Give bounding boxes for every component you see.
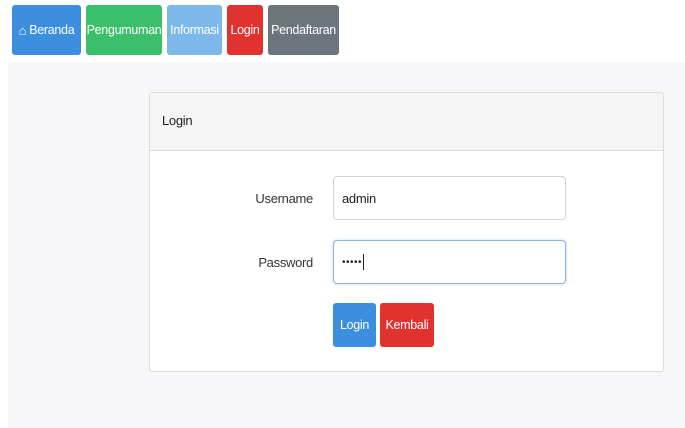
nav-login-button[interactable]: Login <box>227 5 263 55</box>
nav-beranda-label: Beranda <box>29 23 75 37</box>
kembali-label: Kembali <box>385 318 429 332</box>
login-submit-button[interactable]: Login <box>333 303 376 347</box>
username-input[interactable]: admin <box>333 176 566 220</box>
nav-pengumuman-label: Pengumuman <box>86 23 162 37</box>
password-value: ••••• <box>342 256 363 268</box>
nav-informasi-button[interactable]: Informasi <box>167 5 222 55</box>
username-label: Username <box>255 191 313 206</box>
nav-pendaftaran-button[interactable]: Pendaftaran <box>268 5 339 55</box>
text-cursor <box>363 254 365 270</box>
password-input[interactable]: ••••• <box>333 240 566 284</box>
login-card-header: Login <box>150 93 663 151</box>
nav-beranda-button[interactable]: ⌂ Beranda <box>12 5 81 55</box>
nav-pengumuman-button[interactable]: Pengumuman <box>86 5 162 55</box>
password-label: Password <box>258 255 313 270</box>
kembali-button[interactable]: Kembali <box>380 303 434 347</box>
login-submit-label: Login <box>339 318 370 332</box>
login-card-title: Login <box>162 113 193 128</box>
nav-login-label: Login <box>230 23 260 37</box>
nav-informasi-label: Informasi <box>170 23 219 37</box>
top-navigation: ⌂ Beranda Pengumuman Informasi Login Pen… <box>0 0 685 62</box>
home-icon: ⌂ <box>18 22 27 38</box>
nav-pendaftaran-label: Pendaftaran <box>271 23 336 37</box>
username-value: admin <box>342 190 376 206</box>
login-card: Login Username admin Password ••••• Logi… <box>149 92 664 372</box>
